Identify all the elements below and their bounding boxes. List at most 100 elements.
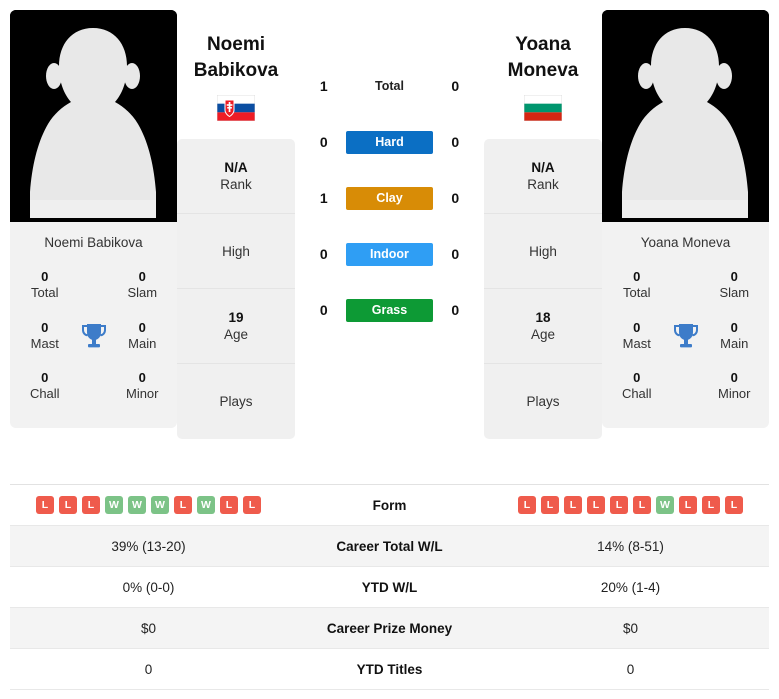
surface-badge-clay[interactable]: Clay: [345, 186, 434, 210]
left-player-rank-label: Rank: [220, 177, 252, 193]
left-career-prize-money: $0: [140, 620, 157, 636]
surface-badge-hard[interactable]: Hard: [345, 130, 434, 154]
right-form-badge-loss[interactable]: L: [725, 496, 743, 514]
left-form-badge-loss[interactable]: L: [36, 496, 54, 514]
right-form-badges: LLLLLLWLLL: [518, 496, 743, 514]
right-titles-minor-label: Minor: [717, 386, 751, 402]
right-titles-minor-value: 0: [730, 370, 738, 385]
surface-badge-indoor[interactable]: Indoor: [345, 242, 434, 266]
right-titles-main-value: 0: [730, 319, 738, 335]
stats-label-form: Form: [372, 497, 407, 513]
right-titles-chall-value: 0: [633, 370, 641, 385]
left-form-badge-loss[interactable]: L: [82, 496, 100, 514]
left-player-card[interactable]: Noemi Babikova 0 Total 0 Slam 0 Mast 0 M…: [10, 10, 177, 428]
left-form-badge-loss[interactable]: L: [243, 496, 261, 514]
right-player-info-card: N/A Rank High 18 Age Plays: [484, 139, 602, 440]
left-player-name: Noemi Babikova: [194, 32, 278, 83]
h2h-clay-left-score: 1: [319, 190, 328, 206]
left-titles-minor-label: Minor: [125, 386, 159, 402]
h2h-grass-right-score: 0: [451, 302, 460, 318]
stats-row-ytd-titles: 0 YTD Titles 0: [10, 649, 769, 690]
h2h-row-grass: 0 Grass 0: [310, 282, 470, 338]
right-form-badge-loss[interactable]: L: [633, 496, 651, 514]
right-player-first-name: Yoana: [515, 34, 571, 55]
left-player-rank-value: N/A: [224, 159, 248, 175]
left-form-badge-loss[interactable]: L: [220, 496, 238, 514]
right-player-last-name: Moneva: [507, 59, 579, 81]
left-titles-chall-value: 0: [41, 370, 49, 385]
h2h-row-clay: 1 Clay 0: [310, 170, 470, 226]
left-form-badge-win[interactable]: W: [105, 496, 123, 514]
left-player-photo-name: Noemi Babikova: [44, 235, 143, 250]
left-player-info-card: N/A Rank High 19 Age Plays: [177, 139, 295, 440]
right-form-badge-loss[interactable]: L: [679, 496, 697, 514]
comparison-stats-table: LLLWWWLWLL Form LLLLLLWLLL 39% (13-20) C…: [10, 484, 769, 690]
right-titles-total-value: 0: [633, 269, 641, 284]
trophy-icon: [666, 322, 706, 350]
stats-row-career-total-wl: 39% (13-20) Career Total W/L 14% (8-51): [10, 526, 769, 567]
right-form-badge-loss[interactable]: L: [518, 496, 536, 514]
h2h-row-hard: 0 Hard 0: [310, 114, 470, 170]
left-form-badge-win[interactable]: W: [151, 496, 169, 514]
h2h-total-left-score: 1: [319, 78, 328, 94]
right-form-badge-loss[interactable]: L: [610, 496, 628, 514]
right-form-badge-loss[interactable]: L: [587, 496, 605, 514]
h2h-clay-right-score: 0: [451, 190, 460, 206]
left-player-plays-row: Plays: [177, 364, 295, 439]
bulgaria-flag-icon: [524, 95, 562, 122]
stats-row-ytd-wl: 0% (0-0) YTD W/L 20% (1-4): [10, 567, 769, 608]
right-form-badge-loss[interactable]: L: [702, 496, 720, 514]
left-form-badge-loss[interactable]: L: [174, 496, 192, 514]
left-titles-chall: 0 Chall: [16, 361, 74, 412]
h2h-indoor-right-score: 0: [451, 246, 460, 262]
left-titles-mast: 0 Mast: [16, 311, 74, 362]
right-player-age-row: 18 Age: [484, 289, 602, 365]
slovakia-flag-icon: [217, 95, 255, 122]
right-form-badge-win[interactable]: W: [656, 496, 674, 514]
h2h-hard-right-score: 0: [451, 134, 460, 150]
stats-label-career-prize-money: Career Prize Money: [326, 620, 453, 636]
left-form-badge-win[interactable]: W: [197, 496, 215, 514]
h2h-row-indoor: 0 Indoor 0: [310, 226, 470, 282]
stats-row-career-prize-money: $0 Career Prize Money $0: [10, 608, 769, 649]
right-titles-total-label: Total: [623, 285, 651, 301]
right-player-plays-row: Plays: [484, 364, 602, 439]
right-titles-main-label: Main: [720, 335, 749, 351]
left-player-last-name: Babikova: [193, 59, 279, 81]
left-player-age-value: 19: [228, 309, 244, 325]
right-titles-total: 0 Total: [608, 260, 666, 311]
right-player-age-label: Age: [530, 327, 556, 343]
left-titles-mast-value: 0: [41, 319, 49, 335]
right-player-high-row: High: [484, 214, 602, 290]
right-titles-mast-label: Mast: [622, 335, 651, 351]
left-ytd-wl: 0% (0-0): [122, 579, 175, 595]
left-player-high-label: High: [222, 243, 250, 259]
right-ytd-titles: 0: [626, 661, 635, 677]
h2h-indoor-left-score: 0: [319, 246, 328, 262]
left-titles-slam-value: 0: [138, 269, 146, 284]
left-career-total-wl: 39% (13-20): [111, 538, 186, 554]
left-player-avatar: [10, 10, 177, 222]
left-player-high-row: High: [177, 214, 295, 290]
right-player-titles-grid: 0 Total 0 Slam 0 Mast 0 Main 0 Chall 0 M…: [602, 260, 769, 418]
right-player-card[interactable]: Yoana Moneva 0 Total 0 Slam 0 Mast 0 Mai…: [602, 10, 769, 428]
right-titles-chall: 0 Chall: [608, 361, 666, 412]
right-titles-mast: 0 Mast: [608, 311, 666, 362]
left-form-badge-loss[interactable]: L: [59, 496, 77, 514]
right-player-rank-value: N/A: [531, 159, 555, 175]
surface-badge-grass[interactable]: Grass: [345, 298, 434, 322]
right-titles-slam: 0 Slam: [706, 260, 764, 311]
stats-label-ytd-wl: YTD W/L: [361, 579, 418, 595]
right-form-badge-loss[interactable]: L: [541, 496, 559, 514]
left-form-badge-win[interactable]: W: [128, 496, 146, 514]
right-ytd-wl: 20% (1-4): [600, 579, 661, 595]
left-player-photo-column: Noemi Babikova 0 Total 0 Slam 0 Mast 0 M…: [10, 10, 177, 428]
right-form-cell: LLLLLLWLLL: [492, 496, 769, 514]
right-titles-main: 0 Main: [706, 311, 764, 362]
right-form-badge-loss[interactable]: L: [564, 496, 582, 514]
left-titles-chall-label: Chall: [29, 386, 60, 402]
left-titles-minor: 0 Minor: [114, 361, 172, 412]
left-player-titles-grid: 0 Total 0 Slam 0 Mast 0 Main 0 Chall 0 M…: [10, 260, 177, 418]
left-titles-total: 0 Total: [16, 260, 74, 311]
h2h-hard-left-score: 0: [319, 134, 328, 150]
